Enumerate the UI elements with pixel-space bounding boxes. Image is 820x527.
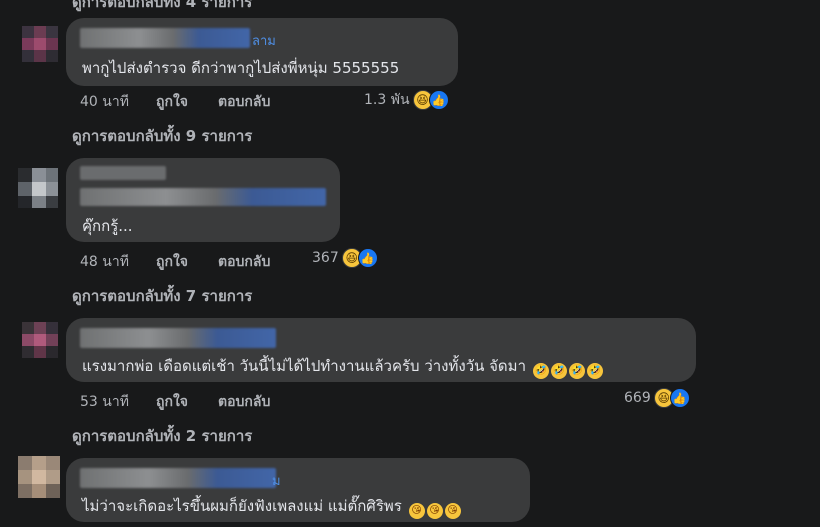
comment-bubble: ม ไม่ว่าจะเกิดอะไรขึ้นผมก็ยังฟังเพลงแม่ …: [66, 458, 530, 522]
commenter-name-blurred[interactable]: [80, 468, 276, 488]
rofl-emoji-icon: 🤣: [550, 363, 567, 379]
comment-text-body: ไม่ว่าจะเกิดอะไรขึ้นผมก็ยังฟังเพลงแม่ แม…: [82, 497, 402, 515]
like-button[interactable]: ถูกใจ: [156, 251, 188, 273]
commenter-name-fragment[interactable]: ลาม: [252, 30, 276, 51]
comment-text: แรงมากพ่อ เดือดแต่เช้า วันนี้ไม่ได้ไปทำง…: [82, 354, 603, 379]
blowing-kiss-emoji-icon: 😘: [444, 503, 461, 519]
view-replies-link-cut[interactable]: ดูการตอบกลับทั้ง 4 รายการ: [72, 0, 252, 14]
comment-time[interactable]: 48 นาที: [80, 251, 129, 273]
view-replies-link[interactable]: ดูการตอบกลับทั้ง 7 รายการ: [72, 284, 252, 308]
comment-time[interactable]: 40 นาที: [80, 91, 129, 113]
avatar[interactable]: [18, 456, 60, 498]
blowing-kiss-emoji-icon: 😘: [426, 503, 443, 519]
commenter-name-blurred[interactable]: [80, 328, 276, 348]
reaction-summary[interactable]: 669 😆 👍: [624, 388, 690, 408]
comment-text: ไม่ว่าจะเกิดอะไรขึ้นผมก็ยังฟังเพลงแม่ แม…: [82, 494, 461, 519]
comment-text-body: แรงมากพ่อ เดือดแต่เช้า วันนี้ไม่ได้ไปทำง…: [82, 357, 526, 375]
avatar[interactable]: [22, 322, 58, 358]
like-thumb-icon: 👍: [669, 388, 690, 408]
comment-bubble: ลาม พากูไปส่งตำรวจ ดีกว่าพากูไปส่งพี่หนุ…: [66, 18, 458, 86]
reaction-summary[interactable]: 367 😆 👍: [312, 248, 378, 268]
reaction-summary[interactable]: 1.3 พัน 😆 👍: [364, 89, 449, 111]
like-button[interactable]: ถูกใจ: [156, 391, 188, 413]
reply-button[interactable]: ตอบกลับ: [218, 251, 270, 273]
avatar[interactable]: [22, 26, 58, 62]
rofl-emoji-icon: 🤣: [568, 363, 585, 379]
avatar[interactable]: [18, 168, 58, 208]
like-thumb-icon: 👍: [357, 248, 378, 268]
reply-button[interactable]: ตอบกลับ: [218, 391, 270, 413]
commenter-name-blurred[interactable]: [80, 28, 250, 48]
reaction-count: 669: [624, 390, 651, 406]
reply-button[interactable]: ตอบกลับ: [218, 91, 270, 113]
reaction-count: 1.3 พัน: [364, 92, 410, 108]
reaction-count: 367: [312, 250, 339, 266]
rofl-emoji-icon: 🤣: [586, 363, 603, 379]
comment-text: คุ๊กกรู้...: [82, 217, 133, 235]
commenter-name-blurred[interactable]: [80, 166, 166, 180]
comment-text: พากูไปส่งตำรวจ ดีกว่าพากูไปส่งพี่หนุ่ม 5…: [82, 59, 400, 77]
commenter-name-fragment[interactable]: ม: [272, 470, 281, 491]
comment-bubble: แรงมากพ่อ เดือดแต่เช้า วันนี้ไม่ได้ไปทำง…: [66, 318, 696, 382]
comment-time[interactable]: 53 นาที: [80, 391, 129, 413]
commenter-name-blurred[interactable]: [80, 188, 326, 206]
comment-bubble: คุ๊กกรู้...: [66, 158, 340, 242]
blowing-kiss-emoji-icon: 😘: [408, 503, 425, 519]
like-button[interactable]: ถูกใจ: [156, 91, 188, 113]
view-replies-link[interactable]: ดูการตอบกลับทั้ง 2 รายการ: [72, 424, 252, 448]
view-replies-link[interactable]: ดูการตอบกลับทั้ง 9 รายการ: [72, 124, 252, 148]
like-thumb-icon: 👍: [428, 90, 449, 110]
rofl-emoji-icon: 🤣: [532, 363, 549, 379]
